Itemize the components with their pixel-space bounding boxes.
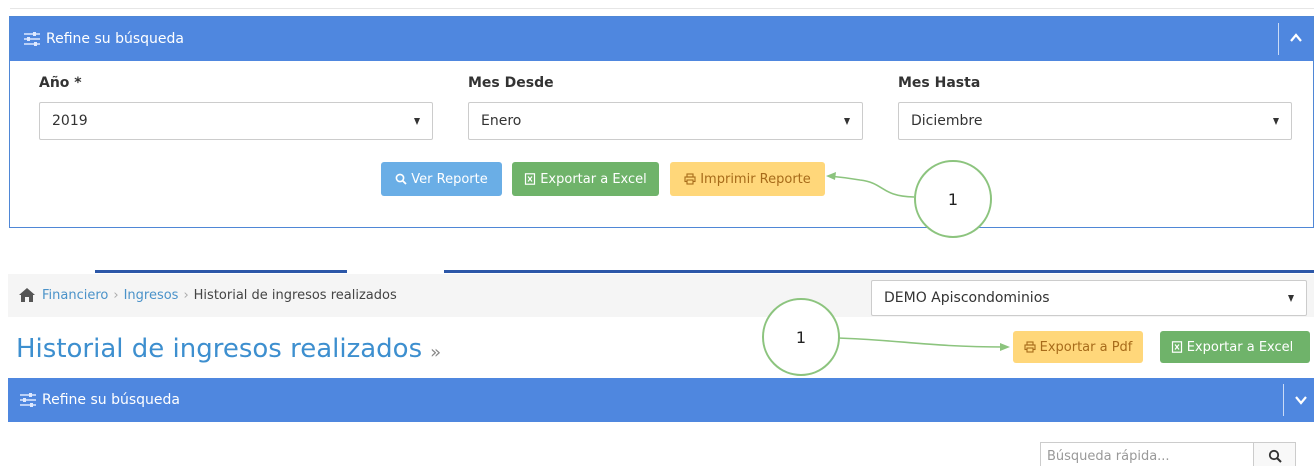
month-to-label: Mes Hasta	[898, 75, 981, 91]
caret-down-icon	[844, 118, 850, 125]
month-to-value: Diciembre	[911, 113, 983, 129]
page-title-text: Historial de ingresos realizados	[16, 334, 423, 364]
exportar-excel-dropdown-label: Exportar a Excel	[1186, 339, 1294, 355]
filter-panel-header[interactable]: Refine su búsqueda	[10, 17, 1313, 61]
exportar-excel-label: Exportar a Excel	[540, 171, 647, 187]
condominium-select[interactable]: DEMO Apiscondominios	[871, 280, 1307, 316]
breadcrumb-item-ingresos[interactable]: Ingresos	[124, 288, 179, 303]
search-icon	[395, 173, 407, 185]
month-from-select[interactable]: Enero	[468, 102, 863, 140]
caret-down-icon	[1273, 118, 1279, 125]
exportar-pdf-label: Exportar a Pdf	[1039, 339, 1133, 355]
header-separator	[1278, 23, 1279, 55]
filter-panel-bottom-header[interactable]: Refine su búsqueda	[8, 378, 1314, 422]
file-excel-icon	[1171, 341, 1182, 353]
quick-search-input[interactable]	[1041, 443, 1253, 466]
page-title-raquo: »	[430, 341, 442, 363]
ver-reporte-button[interactable]: Ver Reporte	[381, 162, 502, 196]
month-to-select[interactable]: Diciembre	[898, 102, 1292, 140]
chevron-up-icon[interactable]	[1289, 31, 1303, 45]
year-label: Año *	[39, 75, 82, 91]
breadcrumb-item-financiero[interactable]: Financiero	[42, 288, 108, 303]
filter-panel-bottom-title: Refine su búsqueda	[42, 392, 180, 408]
exportar-excel-button[interactable]: Exportar a Excel	[512, 162, 659, 196]
search-icon	[1268, 449, 1282, 463]
imprimir-reporte-label: Imprimir Reporte	[700, 171, 811, 187]
breadcrumb-separator: ›	[183, 287, 189, 303]
ver-reporte-label: Ver Reporte	[411, 171, 488, 187]
breadcrumb-separator: ›	[113, 287, 119, 303]
filter-panel-title: Refine su búsqueda	[46, 31, 184, 47]
callout-bottom: 1	[762, 298, 840, 376]
month-from-label: Mes Desde	[468, 75, 554, 91]
breadcrumb-current: Historial de ingresos realizados	[193, 287, 397, 303]
caret-down-icon	[414, 118, 420, 125]
month-from-value: Enero	[481, 113, 522, 129]
callout-top: 1	[914, 160, 992, 238]
sliders-icon	[20, 393, 36, 407]
nav-strip	[444, 270, 1314, 273]
print-icon	[684, 173, 696, 185]
year-select[interactable]: 2019	[39, 102, 433, 140]
imprimir-reporte-button[interactable]: Imprimir Reporte	[670, 162, 825, 196]
home-icon[interactable]	[18, 287, 36, 303]
caret-down-icon	[1288, 295, 1294, 302]
print-icon	[1024, 341, 1036, 353]
top-divider	[10, 8, 1314, 9]
year-select-value: 2019	[52, 113, 88, 129]
exportar-pdf-button[interactable]: Exportar a Pdf	[1013, 331, 1143, 363]
chevron-down-icon[interactable]	[1294, 393, 1308, 407]
header-separator	[1283, 384, 1284, 416]
page-title: Historial de ingresos realizados »	[16, 334, 441, 364]
breadcrumb: Financiero › Ingresos › Historial de ing…	[18, 287, 397, 303]
quick-search	[1040, 442, 1296, 466]
sliders-icon	[24, 32, 40, 46]
quick-search-button[interactable]	[1253, 443, 1295, 466]
file-excel-icon	[525, 173, 536, 185]
exportar-excel-dropdown-button[interactable]: Exportar a Excel	[1160, 331, 1310, 363]
nav-strip	[95, 270, 347, 273]
condominium-select-value: DEMO Apiscondominios	[884, 290, 1050, 306]
